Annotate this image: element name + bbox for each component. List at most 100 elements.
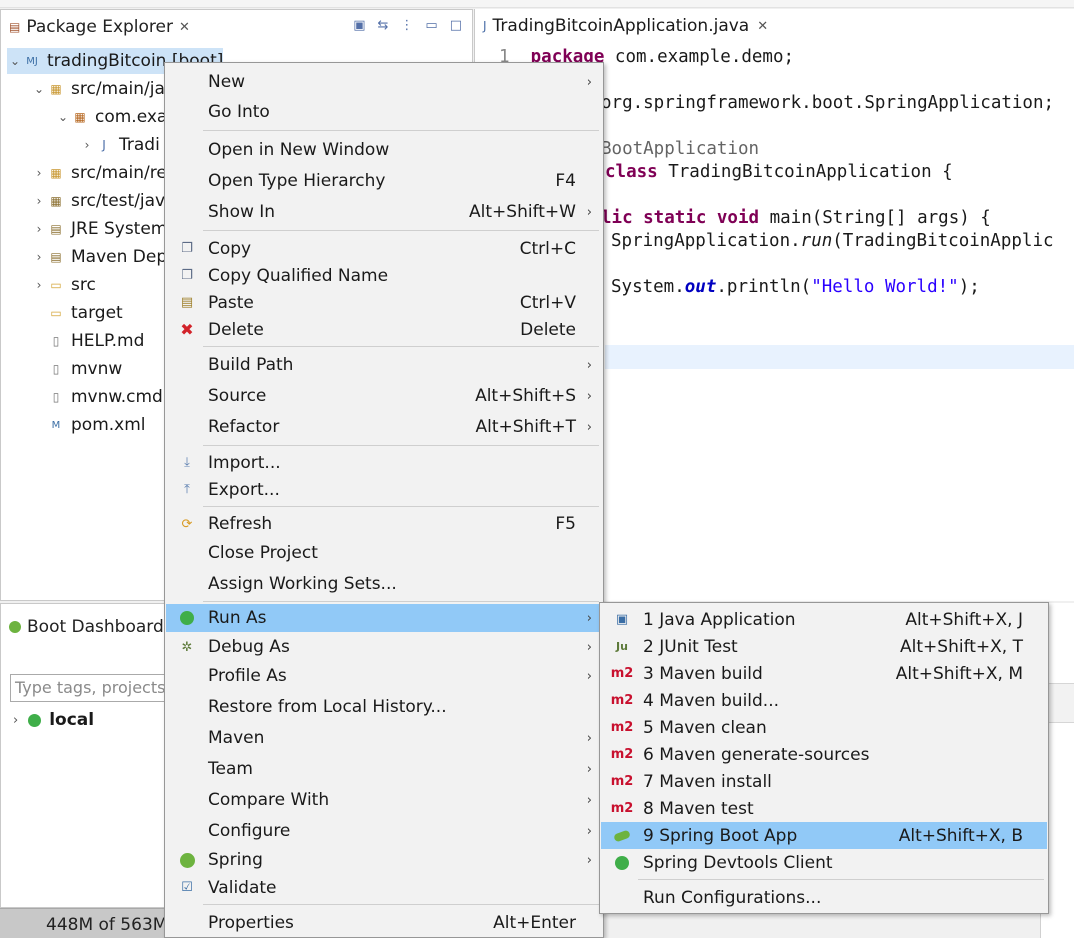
menu-item-show-in[interactable]: Show In Alt+Shift+W ›: [166, 197, 602, 227]
package-icon: ▦: [74, 110, 86, 124]
menu-item-open-new-window[interactable]: Open in New Window: [166, 135, 602, 165]
tree-item[interactable]: › J Tradi: [79, 132, 160, 158]
submenu-java-application[interactable]: ▣ 1 Java Application Alt+Shift+X, J: [601, 606, 1047, 633]
chevron-right-icon[interactable]: ›: [31, 222, 47, 236]
collapse-all-icon[interactable]: ▣: [353, 18, 365, 33]
current-line-highlight: [605, 345, 1074, 369]
menu-item-new[interactable]: New ›: [166, 67, 602, 97]
maven-icon: m2: [610, 774, 634, 789]
library-icon: ▤: [50, 222, 62, 236]
power-icon: [28, 713, 42, 727]
tree-item[interactable]: › ▦ src/main/re: [31, 160, 167, 186]
tree-item[interactable]: ▯ HELP.md: [31, 328, 145, 354]
close-icon[interactable]: ✕: [179, 20, 190, 35]
link-editor-icon[interactable]: ⇆: [378, 18, 389, 33]
submenu-maven-clean[interactable]: m2 5 Maven clean: [601, 714, 1047, 741]
local-target[interactable]: › local: [13, 710, 94, 730]
maximize-icon[interactable]: □: [450, 18, 462, 33]
tree-item[interactable]: › ▤ Maven Dep: [31, 244, 168, 270]
submenu-maven-build[interactable]: m2 3 Maven build Alt+Shift+X, M: [601, 660, 1047, 687]
menu-item-delete[interactable]: ✖ Delete Delete: [166, 316, 602, 343]
chevron-right-icon: ›: [586, 357, 592, 373]
chevron-down-icon[interactable]: ⌄: [55, 110, 71, 124]
tree-item[interactable]: ⌄ ▦ com.exa: [55, 104, 167, 130]
chevron-right-icon[interactable]: ›: [13, 713, 18, 728]
menu-item-refactor[interactable]: Refactor Alt+Shift+T ›: [166, 412, 602, 442]
junit-icon: Ju: [616, 640, 628, 653]
file-icon: ▯: [52, 362, 60, 376]
code-line: org.springframework.boot.SpringApplicati…: [601, 93, 1055, 113]
package-explorer-tab[interactable]: ▤ Package Explorer ✕: [1, 10, 198, 44]
menu-item-go-into[interactable]: Go Into: [166, 97, 602, 127]
submenu-junit-test[interactable]: Ju 2 JUnit Test Alt+Shift+X, T: [601, 633, 1047, 660]
chevron-right-icon[interactable]: ›: [31, 194, 47, 208]
submenu-maven-install[interactable]: m2 7 Maven install: [601, 768, 1047, 795]
menu-item-debug-as[interactable]: ✲ Debug As ›: [166, 633, 602, 661]
main-toolbar: [0, 0, 1074, 8]
copy-qualified-icon: ❐: [181, 268, 193, 283]
menu-item-compare-with[interactable]: Compare With ›: [166, 785, 602, 815]
minimize-icon[interactable]: ▭: [425, 18, 437, 33]
tree-item[interactable]: ⌄ ▦ src/main/ja: [31, 76, 165, 102]
submenu-maven-test[interactable]: m2 8 Maven test: [601, 795, 1047, 822]
close-icon[interactable]: ✕: [757, 19, 768, 34]
menu-item-copy-qualified-name[interactable]: ❐ Copy Qualified Name: [166, 262, 602, 289]
file-icon: ▯: [52, 390, 60, 404]
menu-item-properties[interactable]: Properties Alt+Enter: [166, 908, 602, 938]
menu-item-restore-history[interactable]: Restore from Local History...: [166, 692, 602, 722]
menu-item-profile-as[interactable]: Profile As ›: [166, 661, 602, 691]
menu-item-validate[interactable]: ☑ Validate: [166, 874, 602, 901]
chevron-right-icon[interactable]: ›: [31, 278, 47, 292]
tree-item[interactable]: ▭ target: [31, 300, 122, 326]
menu-item-open-type-hierarchy[interactable]: Open Type Hierarchy F4: [166, 166, 602, 196]
view-title: Package Explorer: [26, 17, 173, 37]
submenu-spring-devtools-client[interactable]: Spring Devtools Client: [601, 849, 1047, 876]
chevron-right-icon: ›: [586, 388, 592, 404]
copy-icon: ❐: [181, 241, 193, 256]
spring-leaf-icon: [178, 851, 196, 869]
maven-project-icon: MJ: [26, 55, 38, 67]
menu-item-import[interactable]: ⤓ Import...: [166, 449, 602, 476]
chevron-right-icon: ›: [586, 792, 592, 808]
menu-item-build-path[interactable]: Build Path ›: [166, 350, 602, 380]
menu-item-run-as[interactable]: Run As ›: [166, 604, 602, 632]
menu-item-export[interactable]: ⤒ Export...: [166, 476, 602, 503]
menu-item-spring[interactable]: Spring ›: [166, 846, 602, 874]
menu-item-close-project[interactable]: Close Project: [166, 538, 602, 568]
view-menu-icon[interactable]: ⋮: [400, 18, 413, 33]
menu-item-configure[interactable]: Configure ›: [166, 816, 602, 846]
chevron-down-icon[interactable]: ⌄: [31, 82, 47, 96]
chevron-down-icon[interactable]: ⌄: [7, 54, 23, 68]
chevron-right-icon: ›: [586, 204, 592, 220]
menu-item-paste[interactable]: ▤ Paste Ctrl+V: [166, 289, 602, 316]
submenu-spring-boot-app[interactable]: 9 Spring Boot App Alt+Shift+X, B: [601, 822, 1047, 849]
menu-item-maven[interactable]: Maven ›: [166, 723, 602, 753]
submenu-maven-generate-sources[interactable]: m2 6 Maven generate-sources: [601, 741, 1047, 768]
menu-item-team[interactable]: Team ›: [166, 754, 602, 784]
editor-tab[interactable]: J TradingBitcoinApplication.java ✕: [475, 9, 777, 43]
heap-status[interactable]: 448M of 563M: [46, 915, 167, 935]
submenu-run-configurations[interactable]: Run Configurations...: [601, 884, 1047, 912]
boot-dashboard-tab[interactable]: Boot Dashboard: [1, 610, 172, 644]
menu-item-copy[interactable]: ❐ Copy Ctrl+C: [166, 235, 602, 262]
tree-item[interactable]: M pom.xml: [31, 412, 146, 438]
tree-item[interactable]: › ▤ JRE System: [31, 216, 168, 242]
chevron-right-icon[interactable]: ›: [79, 138, 95, 152]
maven-icon: m2: [610, 666, 634, 681]
debug-icon: ✲: [181, 639, 193, 655]
submenu-maven-build-dialog[interactable]: m2 4 Maven build...: [601, 687, 1047, 714]
tree-item[interactable]: ▯ mvnw: [31, 356, 123, 382]
checkbox-icon: ☑: [181, 880, 193, 895]
tree-item[interactable]: › ▦ src/test/jav: [31, 188, 166, 214]
chevron-right-icon[interactable]: ›: [31, 250, 47, 264]
tree-item[interactable]: › ▭ src: [31, 272, 96, 298]
java-app-icon: ▣: [615, 612, 629, 627]
view-toolbar: ▣ ⇆ ⋮ ▭ □: [353, 18, 462, 33]
chevron-right-icon[interactable]: ›: [31, 166, 47, 180]
devtools-icon: [613, 854, 631, 872]
menu-item-source[interactable]: Source Alt+Shift+S ›: [166, 381, 602, 411]
menu-item-refresh[interactable]: ⟳ Refresh F5: [166, 510, 602, 538]
folder-icon: ▭: [50, 306, 62, 320]
menu-item-assign-working-sets[interactable]: Assign Working Sets...: [166, 569, 602, 599]
tree-item[interactable]: ▯ mvnw.cmd: [31, 384, 163, 410]
